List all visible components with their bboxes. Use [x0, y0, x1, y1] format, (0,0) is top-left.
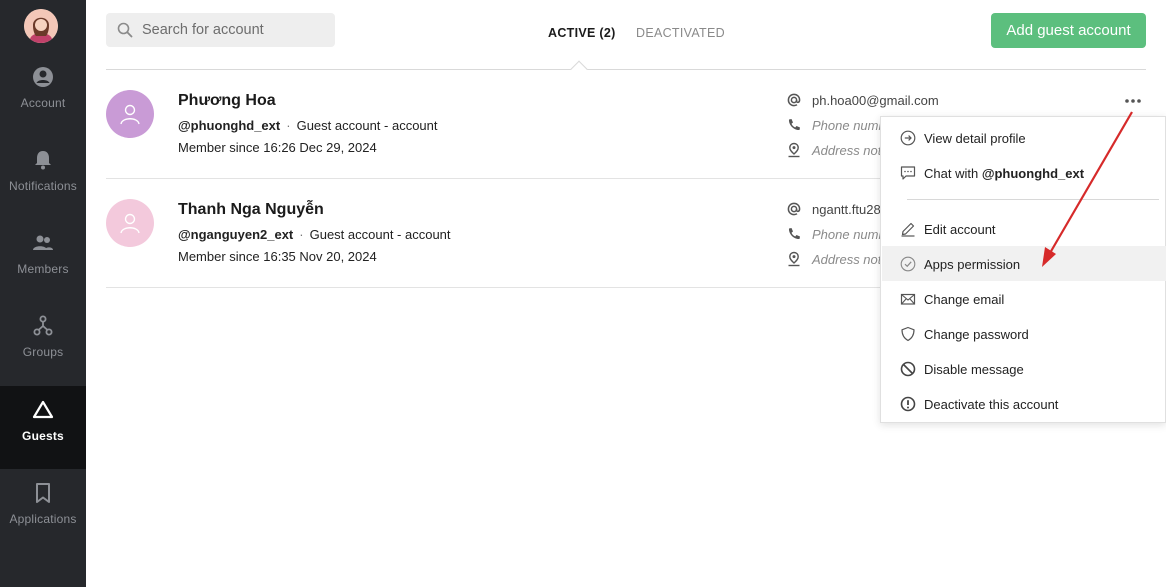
meta-separator: ·	[299, 227, 304, 242]
avatar	[106, 90, 154, 138]
person-icon	[120, 104, 140, 125]
menu-item-disable-message[interactable]: Disable message	[882, 351, 1166, 386]
menu-item-apps-permission[interactable]: Apps permission	[882, 246, 1166, 281]
account-name: Phương Hoa	[178, 92, 276, 109]
tab-active[interactable]: ACTIVE (2)	[548, 26, 616, 40]
meta-separator: ·	[286, 118, 291, 133]
person-icon	[120, 213, 140, 234]
sidebar-item-label: Groups	[22, 345, 64, 359]
account-name: Thanh Nga Nguyễn	[178, 201, 324, 218]
address-text: Address not	[812, 143, 882, 158]
sidebar-item-label: Members	[17, 262, 69, 276]
sidebar-item-label: Notifications	[9, 179, 77, 193]
location-pin-icon	[788, 251, 800, 267]
alert-circle-icon	[900, 396, 916, 412]
account-actions-menu: View detail profile Chat with @phuonghd_…	[880, 116, 1166, 423]
account-type: Guest account - account	[309, 227, 451, 242]
email-text: ngantt.ftu28	[812, 202, 881, 217]
phone-text: Phone numb	[812, 118, 886, 133]
block-icon	[900, 361, 916, 377]
chat-bubble-icon	[900, 166, 916, 180]
sidebar-item-account[interactable]: Account	[0, 53, 86, 136]
menu-divider	[907, 199, 1159, 200]
menu-item-edit-account[interactable]: Edit account	[882, 211, 1166, 246]
menu-item-view-profile[interactable]: View detail profile	[882, 120, 1166, 155]
sidebar-item-label: Account	[20, 96, 66, 110]
phone-icon	[788, 119, 800, 131]
location-pin-icon	[788, 142, 800, 158]
more-options-icon[interactable]	[1123, 96, 1143, 106]
account-handle: @phuonghd_ext	[178, 118, 281, 133]
account-type: Guest account - account	[296, 118, 438, 133]
menu-item-change-password[interactable]: Change password	[882, 316, 1166, 351]
account-circle-icon	[33, 67, 53, 87]
menu-item-label: Edit account	[924, 222, 996, 237]
arrow-circle-right-icon	[900, 130, 916, 146]
search-box	[106, 13, 335, 47]
sidebar-item-guests[interactable]: Guests	[0, 386, 86, 469]
at-icon	[787, 202, 801, 216]
bookmark-icon	[36, 483, 50, 503]
sidebar-item-applications[interactable]: Applications	[0, 469, 86, 552]
sidebar: Account Notifications Members Groups Gue…	[0, 0, 86, 587]
shield-icon	[901, 326, 915, 342]
bell-icon	[35, 151, 51, 170]
avatar	[106, 199, 154, 247]
menu-item-deactivate[interactable]: Deactivate this account	[882, 386, 1166, 421]
pencil-icon	[901, 222, 915, 237]
menu-item-label: Change email	[924, 292, 1005, 307]
menu-item-label: Apps permission	[924, 257, 1021, 272]
member-since: Member since 16:26 Dec 29, 2024	[178, 140, 377, 155]
envelope-icon	[900, 293, 916, 305]
email-text: ph.hoa00@gmail.com	[812, 93, 939, 108]
menu-item-change-email[interactable]: Change email	[882, 281, 1166, 316]
phone-text: Phone numb	[812, 227, 886, 242]
account-handle: @nganguyen2_ext	[178, 227, 294, 242]
menu-item-label: Deactivate this account	[924, 397, 1059, 412]
check-circle-icon	[900, 256, 916, 272]
search-input[interactable]	[142, 13, 327, 47]
account-meta: @nganguyen2_ext · Guest account - account	[178, 227, 451, 242]
chat-handle: @phuonghd_ext	[981, 166, 1085, 181]
chat-prefix: Chat with	[924, 166, 982, 181]
add-guest-account-button[interactable]: Add guest account	[991, 13, 1146, 48]
sidebar-item-members[interactable]: Members	[0, 219, 86, 302]
menu-item-label: Chat with @phuonghd_ext	[924, 166, 1084, 181]
menu-item-chat[interactable]: Chat with @phuonghd_ext	[882, 155, 1166, 190]
groups-icon	[33, 315, 53, 336]
user-avatar[interactable]	[24, 9, 58, 43]
tab-deactivated[interactable]: DEACTIVATED	[636, 26, 725, 40]
sidebar-item-label: Guests	[22, 429, 64, 443]
member-since: Member since 16:35 Nov 20, 2024	[178, 249, 377, 264]
sidebar-item-groups[interactable]: Groups	[0, 302, 86, 385]
menu-item-label: Change password	[924, 327, 1029, 342]
account-meta: @phuonghd_ext · Guest account - account	[178, 118, 438, 133]
sidebar-item-notifications[interactable]: Notifications	[0, 136, 86, 219]
at-icon	[787, 93, 801, 107]
menu-item-label: Disable message	[924, 362, 1024, 377]
sidebar-item-label: Applications	[9, 512, 77, 526]
triangle-icon	[32, 400, 54, 419]
menu-item-label: View detail profile	[924, 131, 1026, 146]
members-icon	[33, 235, 53, 250]
address-text: Address not	[812, 252, 882, 267]
search-icon	[117, 22, 133, 38]
phone-icon	[788, 228, 800, 240]
